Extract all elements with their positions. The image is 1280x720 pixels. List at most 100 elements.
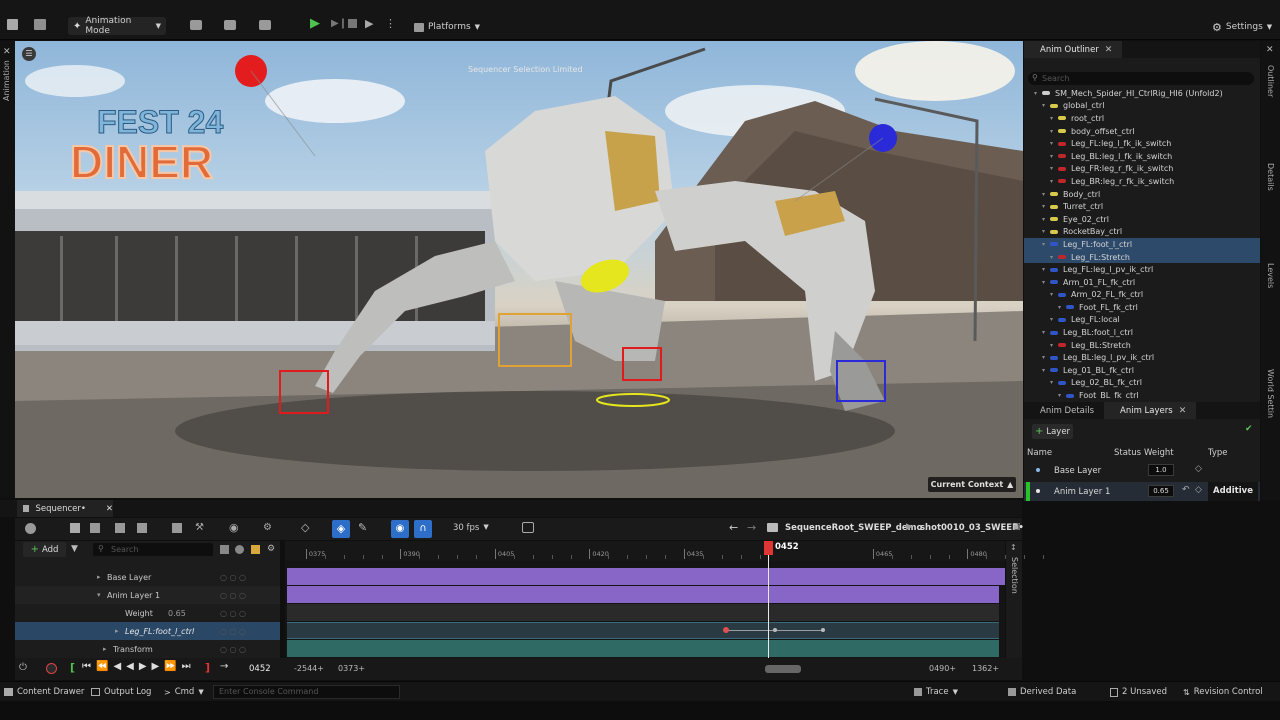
- options-icon[interactable]: [220, 545, 229, 554]
- expand-arrow-icon[interactable]: ▾: [1042, 329, 1050, 336]
- details-side-tab[interactable]: Details: [1266, 163, 1275, 191]
- snap-settings-icon[interactable]: [172, 523, 182, 533]
- expand-arrow-icon[interactable]: ▾: [1058, 392, 1066, 399]
- expand-arrow-icon[interactable]: ▾: [1050, 140, 1058, 147]
- content-browser-icon[interactable]: [34, 19, 46, 30]
- tab-anim-outliner[interactable]: Anim Outliner ✕: [1024, 41, 1123, 58]
- transform-section[interactable]: [287, 640, 999, 657]
- expand-arrow-icon[interactable]: ▾: [1042, 216, 1050, 223]
- outliner-item[interactable]: ▾ Turret_ctrl: [1024, 200, 1260, 213]
- expand-arrow-icon[interactable]: ▾: [1042, 102, 1050, 109]
- expand-arrow-icon[interactable]: ▾: [97, 591, 101, 599]
- viewport-menu-icon[interactable]: ☰: [22, 47, 36, 61]
- layer-row-anim-1[interactable]: Anim Layer 1 0.65 ↶ ◇ Additive: [1024, 482, 1260, 501]
- track-value[interactable]: 0.65: [168, 609, 186, 618]
- selection-side-tab[interactable]: ↕ Selection: [1006, 541, 1022, 658]
- world-icon[interactable]: [25, 523, 36, 534]
- loop-icon[interactable]: →: [220, 661, 228, 672]
- expand-arrow-icon[interactable]: ▾: [1042, 191, 1050, 198]
- power-icon[interactable]: ⏻: [19, 662, 27, 673]
- outliner-item[interactable]: ▾ Foot_BL_fk_ctrl: [1024, 389, 1260, 399]
- outliner-side-tab[interactable]: Outliner: [1266, 65, 1275, 97]
- stop-icon[interactable]: [348, 19, 357, 28]
- track-search-input[interactable]: Search: [93, 543, 213, 556]
- gear-icon[interactable]: ⚙: [267, 544, 275, 554]
- layer-type-dropdown[interactable]: Additive: [1208, 482, 1258, 501]
- outliner-item[interactable]: ▾ Leg_02_BL_fk_ctrl: [1024, 377, 1260, 390]
- layer-weight-field[interactable]: 0.65: [1148, 485, 1174, 497]
- range-end-field[interactable]: 1362+: [972, 664, 999, 673]
- outliner-item[interactable]: ▾ Body_ctrl: [1024, 188, 1260, 201]
- view-start-field[interactable]: 0373+: [338, 664, 365, 673]
- outliner-item[interactable]: ▾ Leg_BR:leg_r_fk_ik_switch: [1024, 175, 1260, 188]
- expand-arrow-icon[interactable]: ▸: [97, 573, 101, 581]
- close-icon[interactable]: ✕: [1179, 406, 1187, 416]
- base-layer-section[interactable]: [287, 568, 1005, 585]
- outliner-item[interactable]: ▾ Leg_FL:Stretch: [1024, 250, 1260, 264]
- output-log-button[interactable]: Output Log: [91, 687, 151, 697]
- outliner-item[interactable]: ▾ Leg_01_BL_fk_ctrl: [1024, 364, 1260, 377]
- playback-controls[interactable]: ⏮⏪◀◀▶▶⏩⏭: [82, 661, 196, 672]
- expand-arrow-icon[interactable]: ▾: [1050, 291, 1058, 298]
- breadcrumb-shot[interactable]: shot0010_03_SWEEP•: [920, 523, 1024, 533]
- track-row[interactable]: ▾ Anim Layer 1 ○ ○ ○: [15, 586, 280, 604]
- track-row[interactable]: ▸ Base Layer ○ ○ ○: [15, 568, 280, 586]
- back-arrow-icon[interactable]: ←: [729, 521, 738, 534]
- weight-section[interactable]: [287, 604, 999, 621]
- cmd-dropdown[interactable]: > Cmd ▼: [164, 687, 204, 697]
- outliner-item[interactable]: ▾ RocketBay_ctrl: [1024, 226, 1260, 239]
- eye-icon[interactable]: ◉: [229, 521, 239, 534]
- add-track-button[interactable]: + Add: [23, 542, 66, 557]
- solo-icon[interactable]: [251, 545, 260, 554]
- view-end-field[interactable]: 0490+: [929, 664, 956, 673]
- leg-fl-foot-section[interactable]: [287, 622, 999, 639]
- outliner-item[interactable]: ▾ Leg_BL:leg_l_pv_ik_ctrl: [1024, 351, 1260, 364]
- playhead-handle[interactable]: [764, 541, 773, 555]
- outliner-item[interactable]: ▾ Arm_02_FL_fk_ctrl: [1024, 289, 1260, 302]
- timeline-scrollbar[interactable]: [765, 665, 801, 673]
- track-controls-icon[interactable]: ○ ○ ○: [220, 591, 246, 600]
- outliner-item[interactable]: ▾ global_ctrl: [1024, 100, 1260, 113]
- track-row[interactable]: ▸ Leg_FL:foot_l_ctrl ○ ○ ○: [15, 622, 280, 640]
- tab-anim-details[interactable]: Anim Details: [1024, 402, 1105, 419]
- expand-arrow-icon[interactable]: ▾: [1050, 254, 1058, 261]
- close-icon[interactable]: ✕: [3, 47, 11, 57]
- save-icon[interactable]: [7, 19, 18, 30]
- platforms-button[interactable]: Platforms ▼: [414, 19, 480, 35]
- record-icon[interactable]: [46, 663, 57, 674]
- pen-icon[interactable]: ✎: [358, 521, 367, 534]
- forward-arrow-icon[interactable]: →: [747, 521, 756, 534]
- cinematics-icon[interactable]: [259, 20, 271, 30]
- keyframe-marker[interactable]: [723, 627, 729, 633]
- track-row[interactable]: ▸ Transform ○ ○ ○: [15, 640, 280, 658]
- world-settings-side-tab[interactable]: World Settin: [1266, 369, 1275, 418]
- outliner-item[interactable]: ▾ Leg_BL:Stretch: [1024, 339, 1260, 352]
- track-controls-icon[interactable]: ○ ○ ○: [220, 609, 246, 618]
- marker-icon[interactable]: ◉: [391, 520, 409, 538]
- outliner-item[interactable]: ▾ Leg_FL:leg_l_fk_ik_switch: [1024, 137, 1260, 150]
- revision-control-button[interactable]: ⇅ Revision Control: [1183, 687, 1263, 697]
- content-drawer-button[interactable]: Content Drawer: [4, 687, 84, 697]
- derived-data-button[interactable]: Derived Data: [1008, 687, 1076, 697]
- wrench-icon[interactable]: ⚒: [195, 522, 204, 533]
- auto-key-icon[interactable]: ◈: [332, 520, 350, 538]
- outliner-item[interactable]: ▾ Leg_FR:leg_r_fk_ik_switch: [1024, 163, 1260, 176]
- current-context-button[interactable]: Current Context ▲: [928, 477, 1016, 492]
- expand-arrow-icon[interactable]: ▾: [1050, 342, 1058, 349]
- expand-arrow-icon[interactable]: ▾: [1050, 165, 1058, 172]
- range-end-icon[interactable]: ]: [205, 661, 210, 674]
- settings-button[interactable]: ⚙ Settings ▼: [1212, 19, 1272, 35]
- outliner-item[interactable]: ▾ Leg_FL:leg_l_pv_ik_ctrl: [1024, 263, 1260, 276]
- range-start-icon[interactable]: [: [70, 661, 75, 674]
- trace-dropdown[interactable]: Trace ▼: [914, 687, 958, 697]
- outliner-item[interactable]: ▾ body_offset_ctrl: [1024, 125, 1260, 138]
- expand-arrow-icon[interactable]: ▾: [1050, 379, 1058, 386]
- expand-arrow-icon[interactable]: ▸: [103, 645, 107, 653]
- expand-arrow-icon[interactable]: ▾: [1050, 128, 1058, 135]
- track-controls-icon[interactable]: ○ ○ ○: [220, 645, 246, 654]
- magnet-icon[interactable]: ∩: [414, 520, 432, 538]
- track-row[interactable]: Weight 0.65 ○ ○ ○: [15, 604, 280, 622]
- eject-icon[interactable]: ▶: [365, 17, 373, 30]
- outliner-item[interactable]: ▾ Foot_FL_fk_ctrl: [1024, 301, 1260, 314]
- animation-mode-button[interactable]: ✦ Animation Mode ▼: [68, 16, 166, 36]
